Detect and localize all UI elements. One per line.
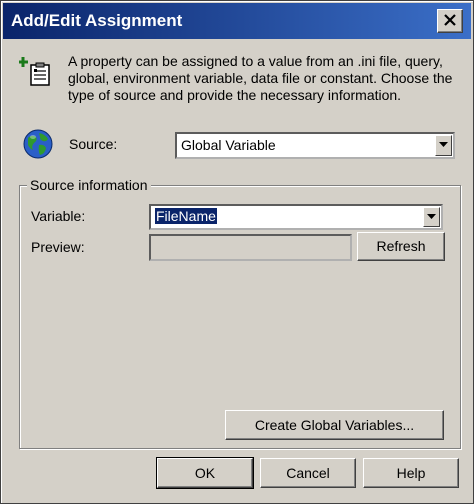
variable-value: FileName — [155, 208, 217, 224]
close-icon — [444, 14, 456, 26]
ok-button[interactable]: OK — [156, 457, 254, 489]
description-text: A property can be assigned to a value fr… — [68, 53, 453, 103]
window-title: Add/Edit Assignment — [11, 11, 183, 30]
variable-label: Variable: — [31, 208, 86, 224]
variable-dropdown-button[interactable] — [423, 207, 440, 227]
variable-select[interactable]: FileName — [149, 204, 443, 230]
source-label: Source: — [69, 136, 118, 152]
source-select[interactable]: Global Variable — [175, 132, 455, 159]
close-button[interactable] — [437, 9, 463, 33]
cancel-button[interactable]: Cancel — [260, 458, 356, 488]
dropdown-arrow-icon — [427, 214, 436, 219]
help-button[interactable]: Help — [363, 458, 459, 488]
preview-field — [149, 234, 352, 261]
title-bar[interactable]: Add/Edit Assignment — [3, 3, 471, 39]
add-edit-assignment-dialog: Add/Edit Assignment A property can be as… — [0, 0, 474, 504]
dropdown-arrow-icon — [439, 142, 448, 147]
source-information-title: Source information — [27, 177, 151, 193]
create-global-variables-button[interactable]: Create Global Variables... — [225, 410, 444, 440]
preview-label: Preview: — [31, 239, 85, 255]
source-value: Global Variable — [181, 137, 276, 153]
refresh-button[interactable]: Refresh — [357, 232, 445, 261]
add-property-icon — [19, 57, 50, 86]
globe-icon — [23, 129, 53, 159]
source-dropdown-button[interactable] — [435, 135, 452, 156]
